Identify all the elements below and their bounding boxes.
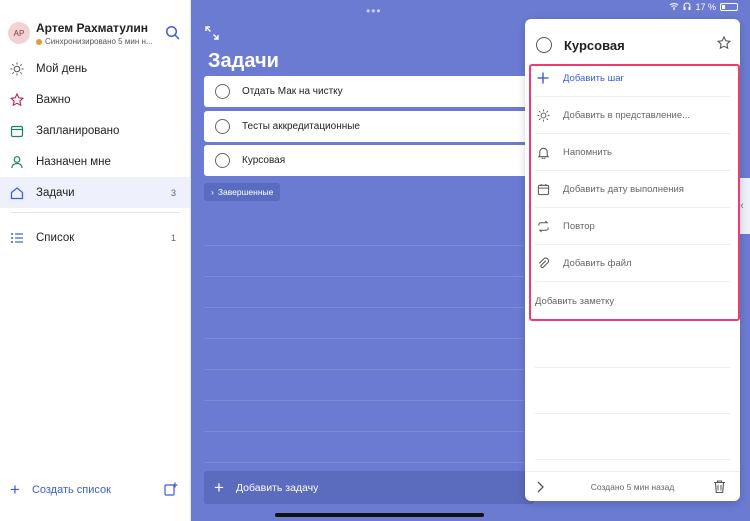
- detail-header: Курсовая: [536, 35, 732, 55]
- sidebar-item-label: Задачи: [36, 186, 75, 199]
- multitask-dots-icon[interactable]: •••: [366, 4, 382, 18]
- expand-icon[interactable]: [205, 26, 219, 40]
- calendar-icon: [10, 124, 24, 138]
- list-icon: [10, 231, 24, 245]
- battery-icon: [720, 3, 738, 11]
- headphones-icon: [683, 2, 691, 12]
- task-title: Курсовая: [242, 155, 286, 166]
- user-lists: Список 1: [0, 222, 190, 253]
- highlight-frame: [529, 64, 740, 321]
- profile[interactable]: АР Артем Рахматулин Синхронизировано 5 м…: [8, 21, 188, 48]
- plus-icon: +: [214, 477, 224, 497]
- complete-checkbox[interactable]: [215, 153, 230, 168]
- plus-icon: +: [10, 480, 20, 499]
- task-list: Отдать Мак на чистку Тесты аккредитацион…: [204, 76, 532, 180]
- create-list-button[interactable]: + Создать список: [10, 480, 111, 499]
- star-icon: [10, 92, 24, 107]
- created-time: Создано 5 мин назад: [590, 481, 675, 492]
- sync-status: Синхронизировано 5 мин н...: [36, 37, 153, 46]
- task-title: Отдать Мак на чистку: [242, 86, 343, 97]
- divider: [10, 212, 180, 213]
- sidebar-item-planned[interactable]: Запланировано: [0, 115, 190, 146]
- task-row[interactable]: Курсовая: [204, 145, 532, 176]
- sidebar-item-label: Список: [36, 231, 75, 244]
- sync-status-text: Синхронизировано 5 мин н...: [45, 37, 153, 46]
- user-name: Артем Рахматулин: [36, 21, 148, 35]
- completed-toggle[interactable]: › Завершенные: [204, 183, 281, 201]
- sidebar-item-label: Мой день: [36, 62, 88, 75]
- battery-text: 17 %: [695, 2, 716, 12]
- nav-list: Мой день Важно Запланировано Назначен мн…: [0, 53, 190, 208]
- sidebar-item-assigned[interactable]: Назначен мне: [0, 146, 190, 177]
- home-indicator: [275, 513, 484, 517]
- note-area: [535, 322, 730, 460]
- sidebar-item-label: Запланировано: [36, 124, 120, 137]
- sidebar-item-list[interactable]: Список 1: [0, 222, 190, 253]
- create-list-label: Создать список: [31, 484, 111, 496]
- wifi-icon: [669, 2, 679, 12]
- add-task-placeholder: Добавить задачу: [235, 481, 319, 494]
- task-detail-panel: Курсовая Добавить шаг Добавить в предста…: [525, 19, 740, 501]
- new-group-icon[interactable]: [164, 482, 178, 496]
- chevron-left-icon: ‹: [740, 200, 744, 212]
- chevron-right-icon: ›: [211, 187, 214, 197]
- sidebar-item-label: Важно: [36, 93, 71, 106]
- sidebar-item-tasks[interactable]: Задачи 3: [0, 177, 190, 208]
- avatar[interactable]: АР: [8, 22, 30, 44]
- sync-dot-icon: [36, 38, 42, 45]
- sidebar: АР Артем Рахматулин Синхронизировано 5 м…: [0, 0, 191, 521]
- sidebar-item-label: Назначен мне: [36, 155, 111, 168]
- status-indicators: 17 %: [669, 2, 738, 12]
- person-icon: [10, 155, 24, 169]
- completed-label: Завершенные: [217, 187, 274, 197]
- sidebar-item-important[interactable]: Важно: [0, 84, 190, 115]
- hide-panel-icon[interactable]: [535, 480, 547, 494]
- status-bar: ••• 17 %: [0, 0, 750, 18]
- star-icon[interactable]: [716, 35, 732, 50]
- detail-title[interactable]: Курсовая: [564, 38, 625, 53]
- detail-footer: Создано 5 мин назад: [525, 471, 740, 501]
- sun-icon: [10, 62, 24, 76]
- complete-checkbox[interactable]: [215, 118, 230, 134]
- background-lines: [204, 215, 524, 463]
- task-row[interactable]: Тесты аккредитационные: [204, 110, 532, 142]
- search-icon[interactable]: [165, 25, 181, 41]
- complete-checkbox[interactable]: [215, 84, 230, 99]
- home-icon: [10, 186, 24, 200]
- add-task-input[interactable]: + Добавить задачу: [204, 471, 534, 504]
- complete-checkbox[interactable]: [536, 37, 552, 53]
- trash-icon[interactable]: [713, 479, 726, 494]
- sidebar-item-my-day[interactable]: Мой день: [0, 53, 190, 84]
- page-title: Задачи: [208, 50, 279, 72]
- sidebar-item-count: 1: [170, 232, 176, 243]
- sidebar-item-count: 3: [170, 187, 176, 198]
- task-row[interactable]: Отдать Мак на чистку: [204, 76, 532, 107]
- task-title: Тесты аккредитационные: [242, 120, 360, 132]
